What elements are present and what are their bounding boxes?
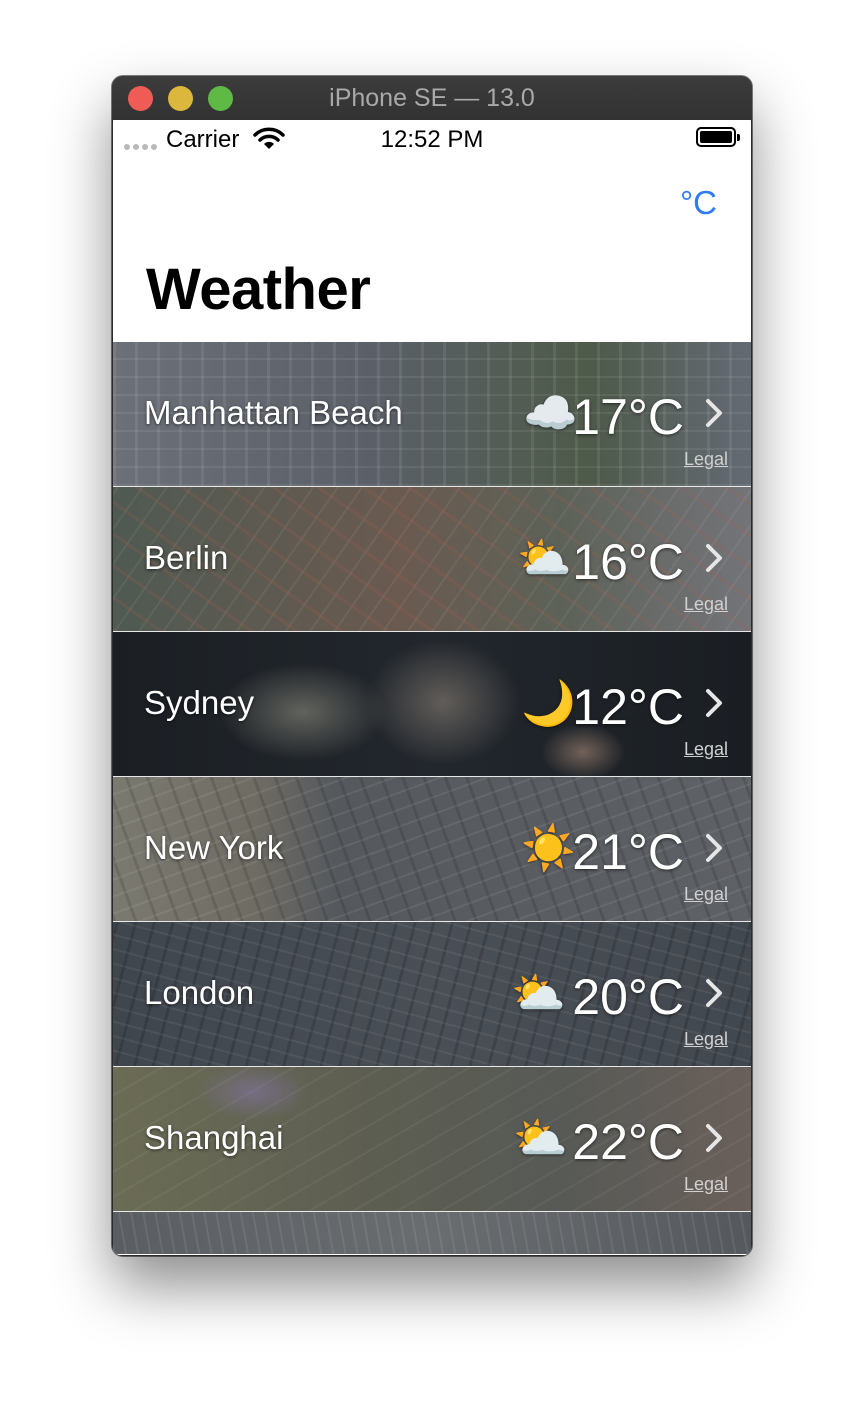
city-row-sydney[interactable]: Sydney 🌙 12°C Legal [113, 632, 751, 777]
unit-toggle-button[interactable]: °C [680, 184, 717, 222]
window-title: iPhone SE — 13.0 [329, 84, 535, 112]
city-name: Berlin [144, 539, 229, 576]
satellite-map-image [113, 1212, 751, 1254]
window-titlebar: iPhone SE — 13.0 [112, 76, 752, 121]
city-name: New York [144, 829, 284, 866]
city-name: Shanghai [144, 1119, 284, 1156]
partly-cloudy-icon: ⛅ [511, 969, 566, 1018]
temperature: 22°C [572, 1114, 684, 1170]
legal-link[interactable]: Legal [684, 1029, 728, 1050]
partly-cloudy-icon: ⛅ [513, 1114, 568, 1163]
legal-link[interactable]: Legal [684, 884, 728, 905]
city-list: Manhattan Beach ☁️ 17°C Legal Berlin ⛅ 1… [113, 342, 751, 1254]
legal-link[interactable]: Legal [684, 1174, 728, 1195]
chevron-right-icon [706, 834, 722, 862]
city-name: Sydney [144, 684, 255, 721]
city-name: London [144, 974, 255, 1011]
simulator-window: iPhone SE — 13.0 Carrier 12:52 PM °C Wea… [112, 76, 752, 1256]
moon-icon: 🌙 [521, 679, 576, 728]
cloud-icon: ☁️ [523, 389, 578, 438]
temperature: 12°C [572, 679, 684, 735]
device-screen: Carrier 12:52 PM °C Weather Manhattan Be… [113, 120, 751, 1255]
partly-cloudy-icon: ⛅ [517, 534, 572, 583]
city-row-berlin[interactable]: Berlin ⛅ 16°C Legal [113, 487, 751, 632]
page-title: Weather [146, 257, 371, 322]
chevron-right-icon [706, 544, 722, 572]
city-row-partial[interactable] [113, 1212, 751, 1254]
battery-icon [696, 127, 740, 147]
temperature: 20°C [572, 969, 684, 1025]
legal-link[interactable]: Legal [684, 449, 728, 470]
chevron-right-icon [706, 689, 722, 717]
city-row-manhattan-beach[interactable]: Manhattan Beach ☁️ 17°C Legal [113, 342, 751, 487]
city-row-london[interactable]: London ⛅ 20°C Legal [113, 922, 751, 1067]
temperature: 17°C [572, 389, 684, 445]
chevron-right-icon [706, 1124, 722, 1152]
city-name: Manhattan Beach [144, 394, 403, 431]
chevron-right-icon [706, 399, 722, 427]
sun-icon: ☀️ [521, 824, 576, 873]
status-time: 12:52 PM [380, 126, 484, 153]
legal-link[interactable]: Legal [684, 594, 728, 615]
city-row-new-york[interactable]: New York ☀️ 21°C Legal [113, 777, 751, 922]
city-row-shanghai[interactable]: Shanghai ⛅ 22°C Legal [113, 1067, 751, 1212]
legal-link[interactable]: Legal [684, 739, 728, 760]
temperature: 21°C [572, 824, 684, 880]
temperature: 16°C [572, 534, 684, 590]
status-bar: Carrier 12:52 PM [113, 120, 751, 160]
chevron-right-icon [706, 979, 722, 1007]
